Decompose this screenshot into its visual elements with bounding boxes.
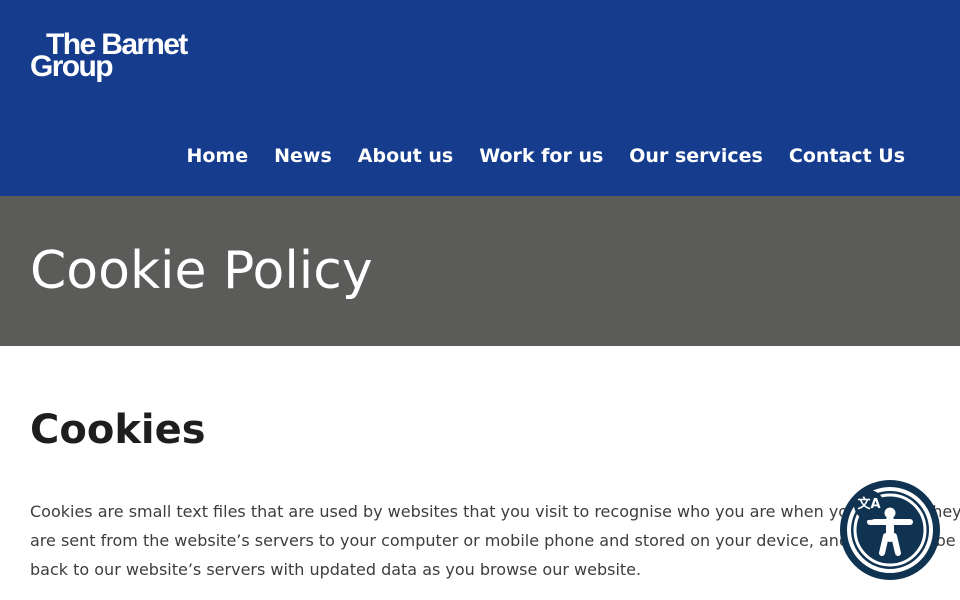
- accessibility-person-icon: [847, 487, 933, 573]
- logo-line-2: Group: [30, 50, 114, 83]
- section-heading: Cookies: [30, 407, 206, 453]
- main-navigation: Home News About us Work for us Our servi…: [186, 143, 905, 169]
- page-title: Cookie Policy: [30, 241, 373, 301]
- nav-our-services[interactable]: Our services: [629, 143, 763, 169]
- site-header: The Barnet Group Home News About us Work…: [0, 0, 960, 196]
- nav-work-for-us[interactable]: Work for us: [479, 143, 603, 169]
- paragraph-line: Cookies are small text files that are us…: [30, 502, 960, 521]
- paragraph-line: are sent from the website’s servers to y…: [30, 531, 960, 550]
- nav-about-us[interactable]: About us: [358, 143, 453, 169]
- translate-icon: 文A: [854, 490, 884, 520]
- nav-home[interactable]: Home: [186, 143, 248, 169]
- paragraph-line: back to our website’s servers with updat…: [30, 560, 642, 579]
- site-logo[interactable]: The Barnet Group: [30, 28, 205, 84]
- nav-news[interactable]: News: [274, 143, 332, 169]
- accessibility-button[interactable]: 文A: [840, 480, 940, 580]
- cookies-paragraph: Cookies are small text files that are us…: [30, 497, 960, 584]
- nav-contact-us[interactable]: Contact Us: [789, 143, 905, 169]
